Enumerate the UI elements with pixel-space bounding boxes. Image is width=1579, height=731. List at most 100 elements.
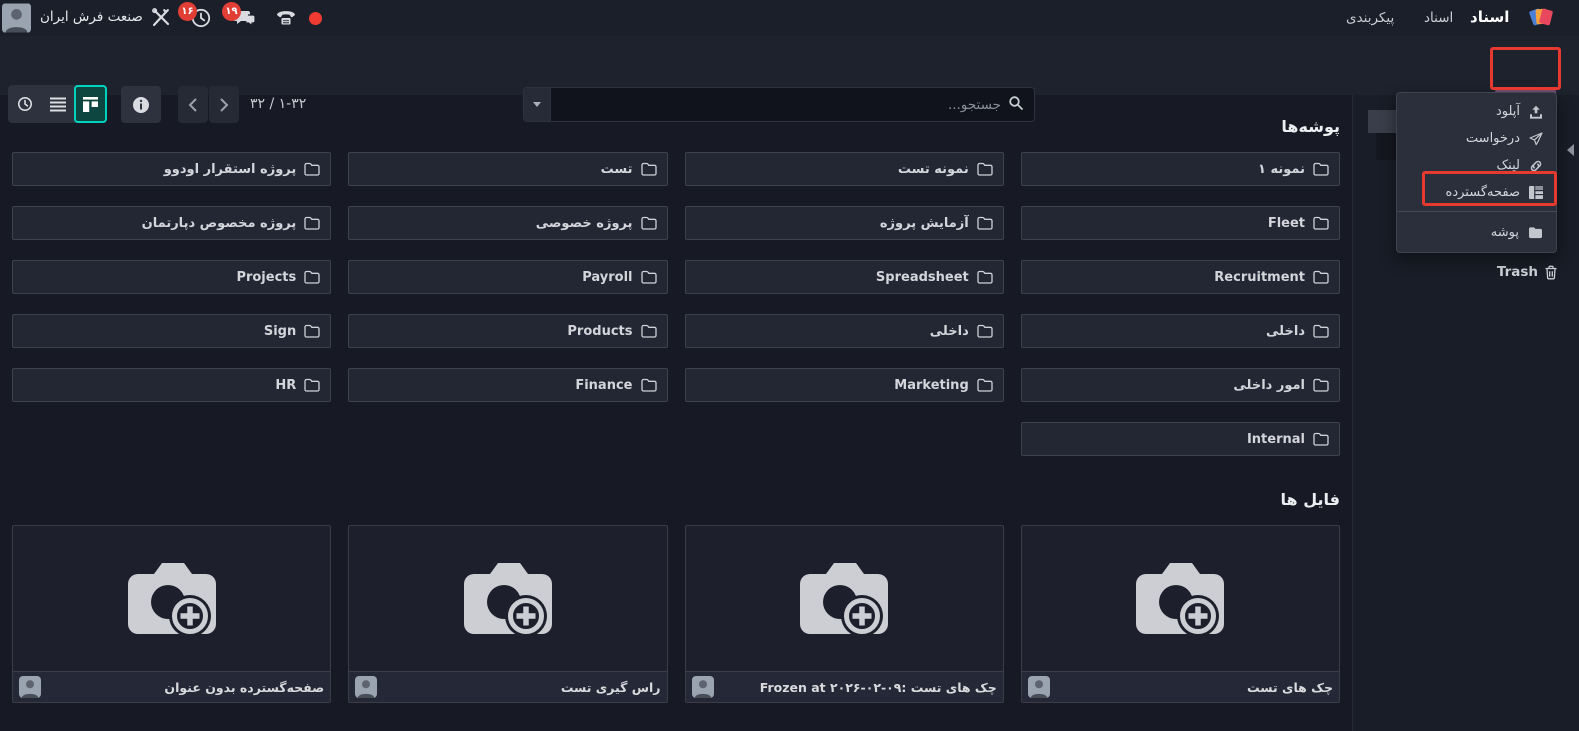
search-input[interactable] — [561, 97, 1001, 113]
folders-grid: نمونه ۱ نمونه تست تست پروژه استقرار اودو… — [12, 152, 1340, 456]
folder-outline-icon — [1313, 270, 1329, 284]
main-content: پوشه‌ها نمونه ۱ نمونه تست تست پروژه استق… — [0, 95, 1352, 731]
menu-item-spreadsheet[interactable]: صفحه‌گسترده — [1397, 179, 1556, 206]
file-name: صفحه‌گسترده بدون عنوان — [164, 680, 324, 695]
folder-card[interactable]: Sign — [12, 314, 331, 348]
documents-app-icon[interactable] — [1528, 5, 1556, 32]
folder-card[interactable]: داخلی — [685, 314, 1004, 348]
folder-name: Recruitment — [1214, 270, 1305, 285]
chevron-right-icon — [219, 98, 229, 112]
file-card-footer: راس گیری تست — [349, 671, 666, 702]
menu-item-label: درخواست — [1466, 131, 1520, 146]
folder-card[interactable]: Spreadsheet — [685, 260, 1004, 294]
folder-card[interactable]: Marketing — [685, 368, 1004, 402]
file-card[interactable]: صفحه‌گسترده بدون عنوان — [12, 525, 331, 703]
menu-item-label: صفحه‌گسترده — [1446, 185, 1520, 200]
file-name: Frozen at ۲۰۲۶-۰۲-۰۹: چک های تست — [760, 680, 997, 695]
chevron-left-icon — [188, 98, 198, 112]
messages-badge: ۱۹ — [222, 2, 241, 21]
file-name: راس گیری تست — [561, 680, 661, 695]
menu-item-label: آپلود — [1496, 104, 1520, 119]
folder-name: Finance — [575, 378, 632, 393]
pager-counter: ۳۲ / ۱-۳۲ — [250, 96, 306, 112]
file-card[interactable]: Frozen at ۲۰۲۶-۰۲-۰۹: چک های تست — [685, 525, 1004, 703]
file-thumbnail — [349, 526, 666, 671]
file-thumbnail — [1022, 526, 1339, 671]
nav-menu-configuration[interactable]: پیکربندی — [1346, 10, 1394, 26]
recording-indicator-dot[interactable] — [309, 12, 322, 25]
folder-name: Internal — [1247, 432, 1305, 447]
company-name[interactable]: صنعت فرش ایران — [40, 9, 143, 25]
folder-name: پروژه مخصوص دپارتمان — [142, 216, 297, 231]
folder-card[interactable]: Products — [348, 314, 667, 348]
menu-item-upload[interactable]: آپلود — [1397, 98, 1556, 125]
owner-avatar — [355, 676, 377, 698]
menu-separator — [1397, 211, 1556, 212]
search-field — [551, 88, 1034, 121]
search-options-toggle[interactable] — [524, 88, 551, 121]
activity-view-button[interactable] — [8, 85, 41, 123]
folder-card[interactable]: پروژه استقرار اودوو — [12, 152, 331, 186]
trash-label: Trash — [1497, 264, 1538, 280]
file-card[interactable]: چک های تست — [1021, 525, 1340, 703]
folder-name: Spreadsheet — [876, 270, 969, 285]
folder-outline-icon — [641, 162, 657, 176]
folder-card[interactable]: Payroll — [348, 260, 667, 294]
folder-name: نمونه ۱ — [1258, 162, 1305, 177]
folder-name: نمونه تست — [898, 162, 969, 177]
file-card[interactable]: راس گیری تست — [348, 525, 667, 703]
folder-card[interactable]: Recruitment — [1021, 260, 1340, 294]
folder-card[interactable]: پروژه خصوصی — [348, 206, 667, 240]
folder-name: داخلی — [1266, 324, 1305, 339]
search-bar — [523, 87, 1035, 122]
sidebar-collapse-arrow-icon[interactable] — [1567, 144, 1574, 156]
user-avatar[interactable] — [2, 3, 31, 33]
files-section-title: فایل ها — [12, 490, 1340, 509]
folder-card[interactable]: Projects — [12, 260, 331, 294]
menu-item-request[interactable]: درخواست — [1397, 125, 1556, 152]
sidebar-partial-item-dark — [1376, 133, 1397, 160]
top-navbar: اسناد اسناد پیکربندی صنعت فرش ایران ۱۶ ۱… — [0, 0, 1579, 36]
kanban-icon — [83, 97, 98, 112]
folder-outline-icon — [977, 270, 993, 284]
nav-menu-documents[interactable]: اسناد — [1424, 10, 1453, 26]
sidebar-item-trash[interactable]: Trash — [1497, 264, 1558, 280]
menu-item-folder[interactable]: پوشه — [1397, 217, 1556, 247]
chevron-down-icon — [533, 102, 541, 107]
folder-card[interactable]: نمونه تست — [685, 152, 1004, 186]
folder-card[interactable]: HR — [12, 368, 331, 402]
folder-name: Payroll — [582, 270, 632, 285]
file-name: چک های تست — [1247, 680, 1333, 695]
folder-outline-icon — [1313, 162, 1329, 176]
folder-card[interactable]: پروژه مخصوص دپارتمان — [12, 206, 331, 240]
folder-name: Projects — [236, 270, 296, 285]
folder-outline-icon — [977, 378, 993, 392]
send-icon — [1529, 132, 1543, 146]
folder-outline-icon — [641, 270, 657, 284]
folder-card[interactable]: Finance — [348, 368, 667, 402]
folder-card[interactable]: Internal — [1021, 422, 1340, 456]
pager-next-button[interactable] — [209, 86, 239, 123]
file-card-footer: Frozen at ۲۰۲۶-۰۲-۰۹: چک های تست — [686, 671, 1003, 702]
owner-avatar — [19, 676, 41, 698]
camera-plus-icon — [796, 560, 892, 638]
folder-outline-icon — [1313, 378, 1329, 392]
folder-outline-icon — [1313, 324, 1329, 338]
menu-item-link[interactable]: لینک — [1397, 152, 1556, 179]
kanban-view-button[interactable] — [74, 85, 107, 123]
folder-card[interactable]: نمونه ۱ — [1021, 152, 1340, 186]
folder-card[interactable]: امور داخلی — [1021, 368, 1340, 402]
folder-card[interactable]: Fleet — [1021, 206, 1340, 240]
info-button[interactable] — [121, 86, 161, 123]
list-view-button[interactable] — [41, 85, 74, 123]
activity-clock-icon — [17, 96, 33, 112]
folder-card[interactable]: داخلی — [1021, 314, 1340, 348]
folder-outline-icon — [977, 162, 993, 176]
folder-card[interactable]: آزمایش پروژه — [685, 206, 1004, 240]
voip-phone-icon[interactable] — [275, 7, 297, 29]
folder-card[interactable]: تست — [348, 152, 667, 186]
pager-previous-button[interactable] — [178, 86, 208, 123]
camera-plus-icon — [460, 560, 556, 638]
tools-icon[interactable] — [150, 7, 172, 29]
folder-outline-icon — [1313, 432, 1329, 446]
